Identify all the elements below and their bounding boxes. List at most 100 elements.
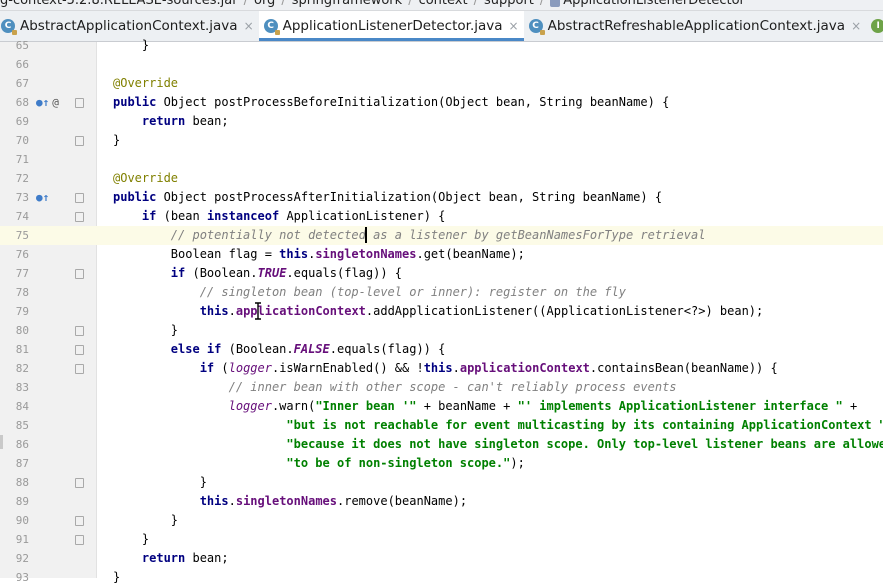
code-line[interactable]: 80 } bbox=[0, 321, 883, 340]
code-line[interactable]: 81 else if (Boolean.FALSE.equals(flag)) … bbox=[0, 340, 883, 359]
fold-toggle-icon[interactable] bbox=[75, 345, 84, 355]
code-text: this.singletonNames.remove(beanName); bbox=[113, 492, 467, 511]
code-token: ApplicationListener) { bbox=[286, 209, 446, 223]
code-token: + bbox=[842, 399, 858, 413]
code-token: logger bbox=[228, 399, 272, 413]
code-text: } bbox=[113, 131, 120, 150]
line-number: 69 bbox=[15, 115, 29, 128]
code-line[interactable]: 85 "but is not reachable for event multi… bbox=[0, 416, 883, 435]
code-text: } bbox=[113, 511, 178, 530]
code-text: if (bean instanceof ApplicationListener)… bbox=[113, 207, 445, 226]
code-text: if (Boolean.TRUE.equals(flag)) { bbox=[113, 264, 402, 283]
code-line[interactable]: 89 this.singletonNames.remove(beanName); bbox=[0, 492, 883, 511]
breadcrumb-item[interactable]: springframework bbox=[292, 0, 402, 8]
code-token: if bbox=[199, 361, 222, 375]
code-line[interactable]: 67 @Override bbox=[0, 74, 883, 93]
code-text: } bbox=[113, 530, 149, 549]
code-line[interactable]: 73 ●↑ public Object postProcessAfterInitia… bbox=[0, 188, 883, 207]
code-text: @Override bbox=[113, 74, 178, 93]
fold-toggle-icon[interactable] bbox=[75, 326, 84, 336]
code-token: this bbox=[199, 494, 229, 508]
code-token: Boolean flag = bbox=[113, 247, 280, 261]
code-line[interactable]: 90 } bbox=[0, 511, 883, 530]
fold-toggle-icon[interactable] bbox=[75, 212, 84, 222]
breadcrumb-item[interactable]: org bbox=[254, 0, 275, 8]
fold-toggle-icon[interactable] bbox=[75, 364, 84, 374]
fold-toggle-icon[interactable] bbox=[75, 269, 84, 279]
code-line[interactable]: 75 // potentially not detected as a list… bbox=[0, 226, 883, 245]
code-line[interactable]: 66 bbox=[0, 55, 883, 74]
code-token: (bean bbox=[163, 209, 207, 223]
code-editor[interactable]: 65 } 66 67 @Override 68 ●↑ @ public Object post… bbox=[0, 38, 883, 584]
code-line[interactable]: 72 @Override bbox=[0, 169, 883, 188]
code-token: // inner bean with other scope - can't r… bbox=[228, 380, 677, 394]
fold-toggle-icon[interactable] bbox=[75, 535, 84, 545]
code-line[interactable]: 76 Boolean flag = this.singletonNames.ge… bbox=[0, 245, 883, 264]
code-token: return bbox=[141, 114, 193, 128]
code-text: return bean; bbox=[113, 112, 229, 131]
code-token: } bbox=[113, 513, 179, 527]
code-token: ); bbox=[510, 456, 525, 470]
code-text: this.applicationContext.addApplicationLi… bbox=[113, 302, 764, 321]
code-token: . bbox=[228, 304, 236, 318]
breadcrumb-separator: / bbox=[473, 0, 478, 8]
code-text: // singleton bean (top-level or inner): … bbox=[113, 283, 626, 302]
code-line[interactable]: 69 return bean; bbox=[0, 112, 883, 131]
override-marker-icon[interactable]: ●↑ bbox=[36, 192, 49, 203]
annotation-marker-icon[interactable]: @ bbox=[52, 97, 59, 108]
code-text: @Override bbox=[113, 169, 178, 188]
code-token: bean; bbox=[192, 114, 229, 128]
code-line[interactable]: 77 if (Boolean.TRUE.equals(flag)) { bbox=[0, 264, 883, 283]
fold-toggle-icon[interactable] bbox=[75, 98, 84, 108]
breadcrumb-label: support bbox=[483, 0, 534, 8]
breadcrumb-item[interactable]: context bbox=[419, 0, 468, 8]
breadcrumb-item[interactable]: ApplicationListenerDetector bbox=[550, 0, 745, 8]
close-icon[interactable]: × bbox=[509, 19, 519, 33]
code-token: } bbox=[113, 570, 121, 584]
code-line[interactable]: 86 "because it does not have singleton s… bbox=[0, 435, 883, 454]
fold-toggle-icon[interactable] bbox=[75, 516, 84, 526]
close-icon[interactable]: × bbox=[244, 19, 254, 33]
breadcrumb-item[interactable]: g-context-5.2.8.RELEASE-sources.jar bbox=[0, 0, 238, 8]
code-line[interactable]: 87 "to be of non-singleton scope."); bbox=[0, 454, 883, 473]
code-line[interactable]: 74 if (bean instanceof ApplicationListen… bbox=[0, 207, 883, 226]
code-line[interactable]: 65 } bbox=[0, 36, 883, 55]
breadcrumb-item[interactable]: support bbox=[484, 0, 534, 8]
line-number: 81 bbox=[15, 343, 29, 356]
code-line[interactable]: 88 } bbox=[0, 473, 883, 492]
code-line[interactable]: 92 return bean; bbox=[0, 549, 883, 568]
code-token: this bbox=[423, 361, 453, 375]
code-line[interactable]: 70} bbox=[0, 131, 883, 150]
interface-icon: I bbox=[871, 19, 883, 33]
code-line[interactable]: 79 this.applicationContext.addApplicatio… bbox=[0, 302, 883, 321]
code-token: return bbox=[141, 551, 193, 565]
code-token: .addApplicationListener((ApplicationList… bbox=[365, 304, 764, 318]
code-token: logger bbox=[228, 361, 272, 375]
fold-toggle-icon[interactable] bbox=[75, 136, 84, 146]
fold-toggle-icon[interactable] bbox=[75, 478, 84, 488]
code-line[interactable]: 83 // inner bean with other scope - can'… bbox=[0, 378, 883, 397]
code-line[interactable]: 68 ●↑ @ public Object postProcessBeforeInit… bbox=[0, 93, 883, 112]
code-line[interactable]: 82 if (logger.isWarnEnabled() && !this.a… bbox=[0, 359, 883, 378]
code-text: } bbox=[113, 473, 207, 492]
override-marker-icon[interactable]: ●↑ bbox=[36, 97, 49, 108]
code-token: } bbox=[113, 532, 150, 546]
code-token: . bbox=[228, 494, 236, 508]
code-line[interactable]: 78 // singleton bean (top-level or inner… bbox=[0, 283, 883, 302]
code-token: .remove(beanName); bbox=[337, 494, 468, 508]
code-line[interactable]: 84 logger.warn("Inner bean '" + beanName… bbox=[0, 397, 883, 416]
close-icon[interactable]: × bbox=[851, 19, 861, 33]
code-token: "because it does not have singleton scop… bbox=[286, 437, 883, 451]
code-text: logger.warn("Inner bean '" + beanName + … bbox=[113, 397, 858, 416]
code-line[interactable]: 71 bbox=[0, 150, 883, 169]
code-line[interactable]: 91 } bbox=[0, 530, 883, 549]
line-number: 70 bbox=[15, 134, 29, 147]
fold-toggle-icon[interactable] bbox=[75, 193, 84, 203]
line-number: 90 bbox=[15, 514, 29, 527]
line-number: 83 bbox=[15, 381, 29, 394]
